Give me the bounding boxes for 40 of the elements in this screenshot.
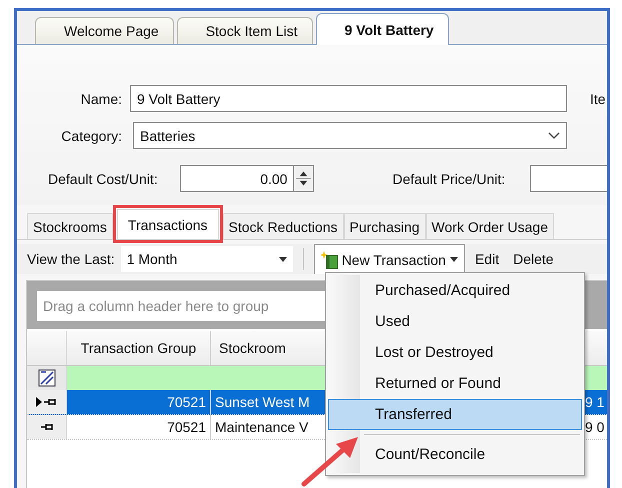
tab[interactable]: Work Order Usage	[426, 213, 554, 239]
menu-item[interactable]: Transferred	[328, 399, 582, 430]
category-label: Category:	[60, 128, 123, 144]
row-pointer-icon	[36, 397, 42, 407]
cost-label: Default Cost/Unit:	[47, 170, 159, 186]
table-cell-text: 9 0	[584, 418, 606, 437]
price-field[interactable]	[530, 165, 607, 192]
document-tab[interactable]: 9 Volt Battery	[316, 13, 449, 45]
name-label: Name:	[80, 90, 123, 106]
table-cell-text: 9 1	[584, 393, 606, 412]
menu-item[interactable]: Count/Reconcile	[328, 439, 582, 470]
pin-icon	[40, 422, 54, 432]
filter-icon[interactable]	[38, 369, 56, 387]
book-icon	[320, 250, 338, 268]
view-label: View the Last:	[27, 251, 115, 267]
pin-icon	[43, 397, 57, 407]
tab[interactable]: Stockrooms	[27, 213, 113, 239]
name-field[interactable]: 9 Volt Battery	[130, 85, 567, 112]
item-label: Ite	[590, 90, 606, 106]
table-cell: 70521	[67, 415, 211, 439]
document-tab[interactable]: Welcome Page	[35, 17, 174, 44]
spinner-icon[interactable]	[294, 165, 314, 192]
delete-button[interactable]: Delete	[509, 251, 558, 267]
column-header[interactable]: Transaction Group	[67, 331, 211, 365]
table-cell-text: Sunset West M	[214, 393, 311, 412]
tab[interactable]: Stock Reductions	[222, 213, 344, 239]
cost-field[interactable]: 0.00	[180, 165, 294, 192]
new-transaction-button[interactable]: New Transaction	[314, 244, 465, 274]
caret-icon	[450, 257, 458, 262]
category-dropdown[interactable]: Batteries	[133, 122, 567, 149]
period-dropdown[interactable]: 1 Month	[120, 246, 293, 272]
edit-button[interactable]: Edit	[470, 251, 504, 267]
menu-item[interactable]: Lost or Destroyed	[328, 337, 582, 368]
table-cell: 70521	[67, 390, 211, 414]
caret-icon	[278, 256, 287, 262]
tab[interactable]: Purchasing	[344, 213, 426, 239]
table-cell-text: Maintenance V	[214, 418, 310, 437]
chevron-down-icon	[548, 132, 560, 140]
price-label: Default Price/Unit:	[392, 170, 506, 186]
document-tab[interactable]: Stock Item List	[176, 17, 312, 44]
